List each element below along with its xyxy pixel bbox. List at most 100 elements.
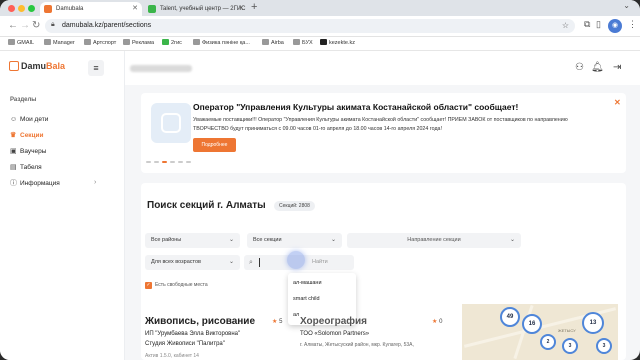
reload-icon[interactable]: ↻ xyxy=(32,20,40,31)
url-field[interactable]: 🔒︎ damubala.kz/parent/sections ☆ xyxy=(45,19,575,33)
kezekte-icon xyxy=(320,39,327,45)
banner-more-button[interactable]: Подробнее xyxy=(193,138,236,152)
sections-map[interactable]: 49 16 13 2 3 3 ЖЕТЫСУ xyxy=(462,304,618,360)
map-cluster[interactable]: 3 xyxy=(562,338,578,354)
logo[interactable]: DamuBala xyxy=(9,61,65,75)
chevron-right-icon[interactable]: › xyxy=(94,179,96,186)
banner-close-icon[interactable]: ✕ xyxy=(614,98,621,107)
banner-text: Уважаемые поставщики!!! Оператор "Управл… xyxy=(193,117,568,132)
bookmark-kezekte[interactable]: kezekte.kz xyxy=(320,37,355,50)
trophy-icon: ♛ xyxy=(10,132,17,139)
sidepanel-icon[interactable]: ▯ xyxy=(596,19,601,30)
new-tab-icon[interactable]: + xyxy=(251,1,257,13)
extensions-icon[interactable]: ⧉ xyxy=(584,19,590,30)
bookmark-airba[interactable]: Airba xyxy=(262,37,284,50)
card-category-title: Живопись, рисование xyxy=(145,316,256,327)
bookmarks-bar: GMAIL Manager Артспорт Реклама 2гис Физи… xyxy=(0,37,640,51)
bookmark-fizika[interactable]: Физика пәніне қа... xyxy=(193,37,250,50)
text-cursor xyxy=(259,258,260,267)
logout-icon[interactable]: ⇥ xyxy=(613,62,621,73)
damubala-favicon-icon xyxy=(44,5,52,13)
sidebar-item-timesheets[interactable]: ▤ Табеля xyxy=(10,162,42,174)
bookmark-reklama[interactable]: Реклама xyxy=(123,37,154,50)
search-placeholder: Найти xyxy=(312,259,328,265)
bookmark-buh[interactable]: БУХ xyxy=(293,37,313,50)
forward-icon[interactable]: → xyxy=(20,20,30,31)
card-section-name[interactable]: Студия Живописи "Палитра" xyxy=(145,340,225,349)
carousel-dot-active[interactable] xyxy=(162,161,167,163)
minimize-window-button[interactable] xyxy=(18,5,25,12)
2gis-icon xyxy=(162,39,169,45)
bookmark-gmail[interactable]: GMAIL xyxy=(8,37,34,50)
free-places-checkbox[interactable]: ✓ xyxy=(145,282,152,289)
map-cluster[interactable]: 2 xyxy=(540,334,556,350)
carousel-dot[interactable] xyxy=(146,161,151,163)
carousel-dot[interactable] xyxy=(170,161,175,163)
suggestion-item[interactable]: smart child xyxy=(293,296,320,302)
chevron-down-icon: ⌄ xyxy=(509,237,515,243)
map-cluster[interactable]: 16 xyxy=(522,314,542,334)
user-name-redacted xyxy=(130,65,192,72)
age-select[interactable]: Для всех возрастов ⌄ xyxy=(145,255,240,270)
search-title: Поиск секций г. Алматы xyxy=(147,200,266,211)
browser-tab-active[interactable]: Damubala ✕ xyxy=(40,2,142,16)
tab-bar: Damubala ✕ Talent, учебный центр — 2ГИС … xyxy=(0,0,640,16)
close-tab-icon[interactable]: ✕ xyxy=(132,2,138,16)
back-icon[interactable]: ← xyxy=(8,20,18,31)
placeholder-image-icon xyxy=(161,113,181,133)
sidebar-item-vouchers[interactable]: ▣ Ваучеры xyxy=(10,146,46,158)
close-tab-icon[interactable]: ✕ xyxy=(238,2,244,16)
table-icon: ▤ xyxy=(10,164,17,171)
free-places-label: Есть свободные места xyxy=(155,282,208,288)
bookmark-manager[interactable]: Manager xyxy=(44,37,75,50)
map-cluster[interactable]: 3 xyxy=(596,338,612,354)
map-cluster[interactable]: 49 xyxy=(500,307,520,327)
card-meta: Актив 1.5.0, кабинет 14 xyxy=(145,353,199,359)
carousel-dot[interactable] xyxy=(178,161,183,163)
sections-select[interactable]: Все секции ⌄ xyxy=(247,233,342,248)
profile-avatar[interactable]: ◉ xyxy=(608,19,622,33)
card-organization: ИП "Урумбаева Элла Викторовна" xyxy=(145,331,241,337)
user-icon: ☺ xyxy=(10,116,18,123)
carousel-dot[interactable] xyxy=(154,161,159,163)
direction-select[interactable]: Направление секции ⌄ xyxy=(347,233,521,248)
map-cluster[interactable]: 13 xyxy=(582,312,604,334)
tab-search-icon[interactable]: ⌄ xyxy=(623,1,630,10)
browser-tab[interactable]: Talent, учебный центр — 2ГИС ✕ xyxy=(144,2,248,16)
district-select[interactable]: Все районы ⌄ xyxy=(145,233,240,248)
voucher-icon: ▣ xyxy=(10,148,17,155)
add-user-icon[interactable]: ⚇ xyxy=(575,62,584,73)
search-icon: ⌕ xyxy=(249,259,253,266)
suggestion-item[interactable]: ал xyxy=(293,312,299,318)
card-rating: ★ 0 xyxy=(432,319,443,325)
folder-icon xyxy=(44,39,51,45)
browser-window: Damubala ✕ Talent, учебный центр — 2ГИС … xyxy=(0,0,640,360)
suggestion-item[interactable]: ал-машани xyxy=(293,280,322,286)
sidebar-item-information[interactable]: ⓘ Информация xyxy=(10,178,60,190)
bookmark-star-icon[interactable]: ☆ xyxy=(562,19,569,33)
logo-mark-icon xyxy=(9,61,19,71)
url-text: damubala.kz/parent/sections xyxy=(62,22,152,29)
folder-icon xyxy=(293,39,300,45)
sidebar-item-my-children[interactable]: ☺ Мои дети xyxy=(10,114,48,126)
bookmark-artsport[interactable]: Артспорт xyxy=(84,37,116,50)
zoom-window-button[interactable] xyxy=(28,5,35,12)
star-icon: ★ xyxy=(272,319,278,325)
banner-title: Оператор "Управления Культуры акимата Ко… xyxy=(193,102,519,112)
card-rating: ★ 5 xyxy=(272,319,283,325)
notifications-icon[interactable]: 🔔︎ xyxy=(591,62,604,73)
site-info-icon[interactable]: 🔒︎ xyxy=(51,21,55,29)
sidebar-item-sections[interactable]: ♛ Секции xyxy=(10,130,44,142)
menu-toggle-icon[interactable]: ≡ xyxy=(88,60,104,76)
banner-image xyxy=(151,103,191,143)
chevron-down-icon: ⌄ xyxy=(228,237,234,243)
folder-icon xyxy=(123,39,130,45)
close-window-button[interactable] xyxy=(8,5,15,12)
carousel-dot[interactable] xyxy=(186,161,191,163)
menu-icon[interactable]: ⋮ xyxy=(628,19,637,30)
card-address: г. Алматы, Жетысуский район, мкр. Кулаге… xyxy=(300,342,414,348)
top-bar: ⚇ 🔔︎ ⇥ xyxy=(125,51,640,85)
tab-title: Damubala xyxy=(56,6,84,12)
chevron-down-icon: ⌄ xyxy=(228,259,234,265)
bookmark-2gis[interactable]: 2гис xyxy=(162,37,182,50)
